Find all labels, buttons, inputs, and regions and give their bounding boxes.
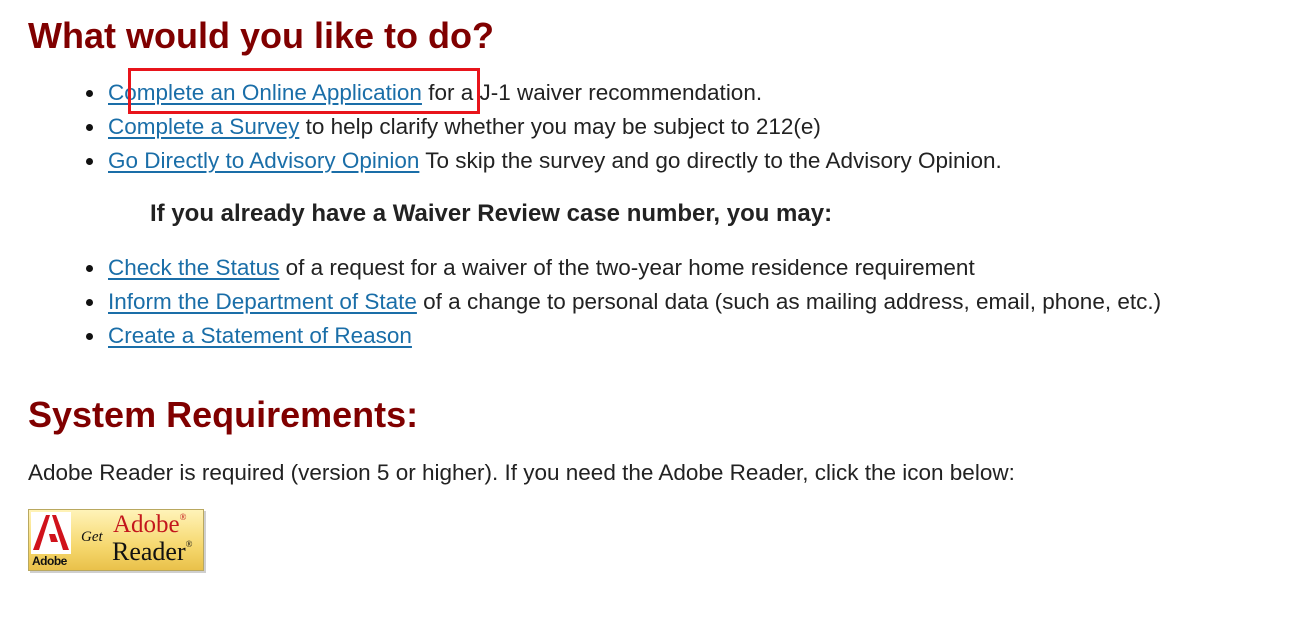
statement-of-reason-link[interactable]: Create a Statement of Reason	[108, 323, 412, 348]
get-adobe-reader-button[interactable]: Adobe Get Adobe® Reader®	[28, 509, 204, 571]
adobe-reader-icon	[31, 512, 71, 554]
page-title: What would you like to do?	[28, 15, 494, 56]
bullet-icon	[86, 124, 93, 131]
case-number-subheading: If you already have a Waiver Review case…	[150, 200, 833, 227]
get-label: Get	[81, 529, 103, 545]
list-item: Go Directly to Advisory Opinion To skip …	[28, 144, 1002, 178]
bullet-icon	[86, 333, 93, 340]
bullet-icon	[86, 90, 93, 97]
requirements-text: Adobe Reader is required (version 5 or h…	[28, 460, 1015, 485]
bullet-icon	[86, 299, 93, 306]
registered-mark-icon: ®	[179, 512, 187, 522]
list-item: Inform the Department of State of a chan…	[28, 285, 1161, 319]
bullet-icon	[86, 158, 93, 165]
system-requirements-heading: System Requirements:	[28, 394, 419, 435]
case-actions-list: Check the Status of a request for a waiv…	[28, 251, 1161, 353]
reader-label-text: Reader	[112, 537, 186, 566]
list-item: Complete a Survey to help clarify whethe…	[28, 110, 1002, 144]
adobe-label: Adobe®	[113, 511, 187, 539]
inform-department-description: of a change to personal data (such as ma…	[416, 289, 1162, 314]
reader-label: Reader®	[112, 538, 192, 566]
adobe-label-text: Adobe	[113, 511, 180, 538]
bullet-icon	[86, 265, 93, 272]
registered-mark-icon: ®	[185, 539, 193, 549]
advisory-opinion-description: To skip the survey and go directly to th…	[419, 148, 1002, 173]
advisory-opinion-link[interactable]: Go Directly to Advisory Opinion	[108, 148, 419, 173]
survey-link[interactable]: Complete a Survey	[108, 114, 299, 139]
inform-department-link[interactable]: Inform the Department of State	[108, 289, 417, 314]
check-status-description: of a request for a waiver of the two-yea…	[279, 255, 975, 280]
check-status-link[interactable]: Check the Status	[108, 255, 279, 280]
list-item: Check the Status of a request for a waiv…	[28, 251, 1161, 285]
list-item: Create a Statement of Reason	[28, 319, 1161, 353]
highlight-box	[128, 68, 480, 114]
adobe-logo-text: Adobe	[32, 554, 67, 568]
survey-description: to help clarify whether you may be subje…	[299, 114, 821, 139]
